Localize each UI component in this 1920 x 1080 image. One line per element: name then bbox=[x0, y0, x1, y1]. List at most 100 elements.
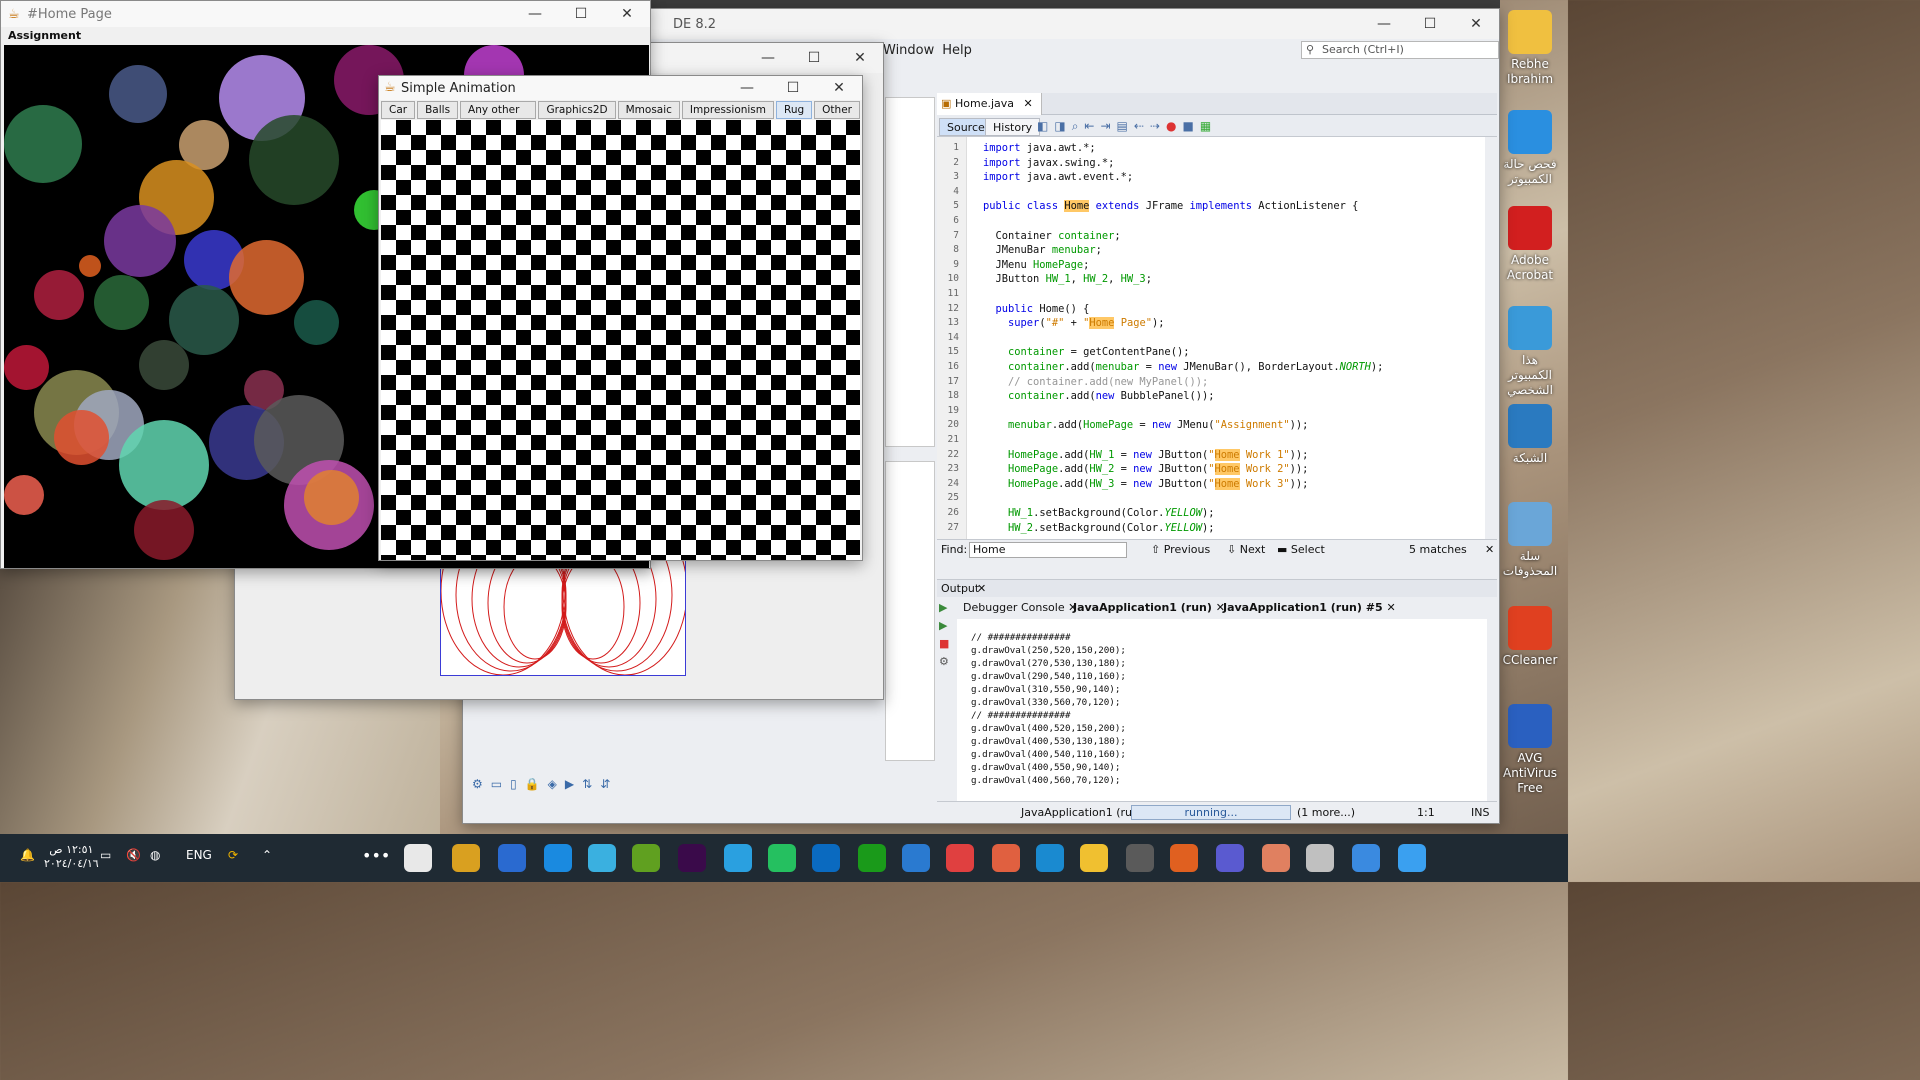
find-input[interactable]: Home bbox=[969, 542, 1127, 558]
tab-history[interactable]: History bbox=[985, 118, 1041, 136]
media-icon[interactable] bbox=[498, 844, 526, 872]
next-button[interactable]: ⇩ Next bbox=[1227, 543, 1265, 556]
desktop-icon[interactable]: CCleaner bbox=[1500, 606, 1560, 668]
toggle-highlight-icon[interactable]: ▤ bbox=[1117, 119, 1128, 134]
desktop-icon[interactable]: Rebhe Ibrahim bbox=[1500, 10, 1560, 87]
notification-icon[interactable]: 🔔 bbox=[20, 848, 35, 862]
back-icon[interactable]: ◧ bbox=[1037, 119, 1048, 134]
desktop-icon[interactable]: هذا الكمبيوتر الشخصي bbox=[1500, 306, 1560, 398]
whatsapp-icon[interactable] bbox=[768, 844, 796, 872]
edge-icon[interactable] bbox=[1036, 844, 1064, 872]
tab-java-app-run-5[interactable]: JavaApplication1 (run) #5 ✕ bbox=[1217, 599, 1402, 617]
intel-icon[interactable] bbox=[812, 844, 840, 872]
search-icon[interactable] bbox=[1352, 844, 1380, 872]
network-icon[interactable]: ◍ bbox=[150, 848, 160, 862]
close-find-icon[interactable]: ✕ bbox=[1485, 543, 1494, 556]
desktop-icon[interactable]: فحص حالة الكمبيوتر bbox=[1500, 110, 1560, 187]
copilot-icon[interactable] bbox=[1262, 844, 1290, 872]
more-icon[interactable]: ••• bbox=[362, 846, 390, 865]
shift-left-icon[interactable]: ⇠ bbox=[1134, 119, 1144, 134]
desktop-icon[interactable]: Adobe Acrobat bbox=[1500, 206, 1560, 283]
tab-java-app-run[interactable]: JavaApplication1 (run) ✕ bbox=[1067, 599, 1231, 617]
close-button[interactable]: ✕ bbox=[604, 0, 650, 29]
store-tile-icon[interactable] bbox=[588, 844, 616, 872]
close-icon[interactable]: ✕ bbox=[1024, 97, 1033, 110]
menu-window[interactable]: Window bbox=[883, 43, 934, 58]
next-occurrence-icon[interactable]: ⇥ bbox=[1100, 119, 1110, 134]
stop-macro-icon[interactable]: ■ bbox=[1183, 119, 1194, 134]
spreadsheet-icon[interactable] bbox=[632, 844, 660, 872]
desktop-icon[interactable]: الشبكة bbox=[1500, 404, 1560, 466]
minimize-button[interactable]: — bbox=[724, 73, 770, 103]
close-button[interactable]: ✕ bbox=[837, 43, 883, 73]
shift-right-icon[interactable]: ⇢ bbox=[1150, 119, 1160, 134]
volume-muted-icon[interactable]: 🔇 bbox=[126, 848, 141, 862]
vscode-icon[interactable] bbox=[544, 844, 572, 872]
app-icon[interactable] bbox=[992, 844, 1020, 872]
settings-icon[interactable]: ⚙ bbox=[939, 653, 955, 671]
select-button[interactable]: ▬ Select bbox=[1277, 543, 1325, 556]
palette-icon[interactable]: ⚙ bbox=[472, 777, 483, 791]
close-button[interactable]: ✕ bbox=[816, 73, 862, 103]
desktop-icon[interactable]: AVG AntiVirus Free bbox=[1500, 704, 1560, 796]
calculator-icon[interactable] bbox=[1126, 844, 1154, 872]
tab-other[interactable]: Other bbox=[814, 101, 860, 119]
tab-graphics2d[interactable]: Graphics2D bbox=[538, 101, 616, 119]
xd-icon[interactable] bbox=[678, 844, 706, 872]
forward-icon[interactable]: ◨ bbox=[1054, 119, 1065, 134]
tab-balls[interactable]: Balls bbox=[417, 101, 459, 119]
more-tasks[interactable]: (1 more...) bbox=[1297, 806, 1355, 819]
previous-button[interactable]: ⇧ Previous bbox=[1151, 543, 1210, 556]
output-console[interactable]: // ############### g.drawOval(250,520,150… bbox=[957, 619, 1487, 803]
sort-alt-icon[interactable]: ⇵ bbox=[600, 777, 610, 791]
frame-icon[interactable]: ▭ bbox=[491, 777, 502, 791]
mail-icon[interactable] bbox=[902, 844, 930, 872]
minimize-button[interactable]: — bbox=[1361, 9, 1407, 39]
xbox-icon[interactable] bbox=[858, 844, 886, 872]
tab-car[interactable]: Car bbox=[381, 101, 416, 119]
maximize-button[interactable]: ☐ bbox=[770, 73, 816, 103]
minimize-button[interactable]: — bbox=[512, 0, 558, 29]
search-icon[interactable]: ⌕ bbox=[1072, 119, 1079, 134]
stop-icon[interactable]: ■ bbox=[939, 635, 955, 653]
files-icon[interactable] bbox=[1306, 844, 1334, 872]
clock[interactable]: ١٢:٥١ ص ٢٠٢٤/٠٤/١٦ bbox=[44, 843, 99, 871]
close-icon[interactable]: ✕ bbox=[977, 582, 986, 595]
tab-debugger-console[interactable]: Debugger Console ✕ bbox=[957, 599, 1083, 617]
tab-any-other-shape[interactable]: Any other Shape bbox=[460, 101, 537, 132]
desktop-icon[interactable]: سلة المحذوفات bbox=[1500, 502, 1560, 579]
rerun-icon[interactable]: ▶ bbox=[939, 617, 955, 635]
tab-mmosaic[interactable]: Mmosaic bbox=[617, 101, 680, 119]
maximize-button[interactable]: ☐ bbox=[558, 0, 604, 29]
tab-home-java[interactable]: ▣ Home.java ✕ bbox=[937, 93, 1042, 115]
update-icon[interactable]: ⟳ bbox=[228, 848, 238, 862]
language-indicator[interactable]: ENG bbox=[186, 848, 212, 862]
prev-occurrence-icon[interactable]: ⇤ bbox=[1084, 119, 1094, 134]
menu-help[interactable]: Help bbox=[942, 43, 972, 58]
align-icon[interactable]: ▯ bbox=[510, 777, 517, 791]
maximize-button[interactable]: ☐ bbox=[791, 43, 837, 73]
record-macro-icon[interactable]: ● bbox=[1166, 119, 1176, 134]
lock-icon[interactable]: 🔒 bbox=[525, 777, 540, 791]
rerun-icon[interactable]: ▶ bbox=[939, 599, 955, 617]
firefox-icon[interactable] bbox=[1170, 844, 1198, 872]
windows-icon[interactable] bbox=[1398, 844, 1426, 872]
code-editor[interactable]: 1 import java.awt.*; 2 import javax.swing.*… bbox=[937, 137, 1485, 539]
battery-icon[interactable]: ▭ bbox=[100, 848, 111, 862]
close-button[interactable]: ✕ bbox=[1453, 9, 1499, 39]
tab-rug[interactable]: Rug bbox=[776, 101, 813, 119]
sort-icon[interactable]: ⇅ bbox=[582, 777, 592, 791]
preview-icon[interactable]: ▶ bbox=[565, 777, 574, 791]
comment-icon[interactable]: ▦ bbox=[1200, 119, 1211, 134]
java-icon[interactable] bbox=[404, 844, 432, 872]
maximize-button[interactable]: ☐ bbox=[1407, 9, 1453, 39]
explorer-icon[interactable] bbox=[1080, 844, 1108, 872]
minimize-button[interactable]: — bbox=[745, 43, 791, 73]
chrome-icon[interactable] bbox=[452, 844, 480, 872]
search-input[interactable]: ⚲ Search (Ctrl+I) bbox=[1301, 41, 1499, 59]
teams-icon[interactable] bbox=[1216, 844, 1244, 872]
telegram-icon[interactable] bbox=[724, 844, 752, 872]
tab-impressionism[interactable]: Impressionism bbox=[681, 101, 775, 119]
menu-assignment[interactable]: Assignment bbox=[8, 29, 81, 42]
shape-icon[interactable]: ◈ bbox=[548, 777, 557, 791]
